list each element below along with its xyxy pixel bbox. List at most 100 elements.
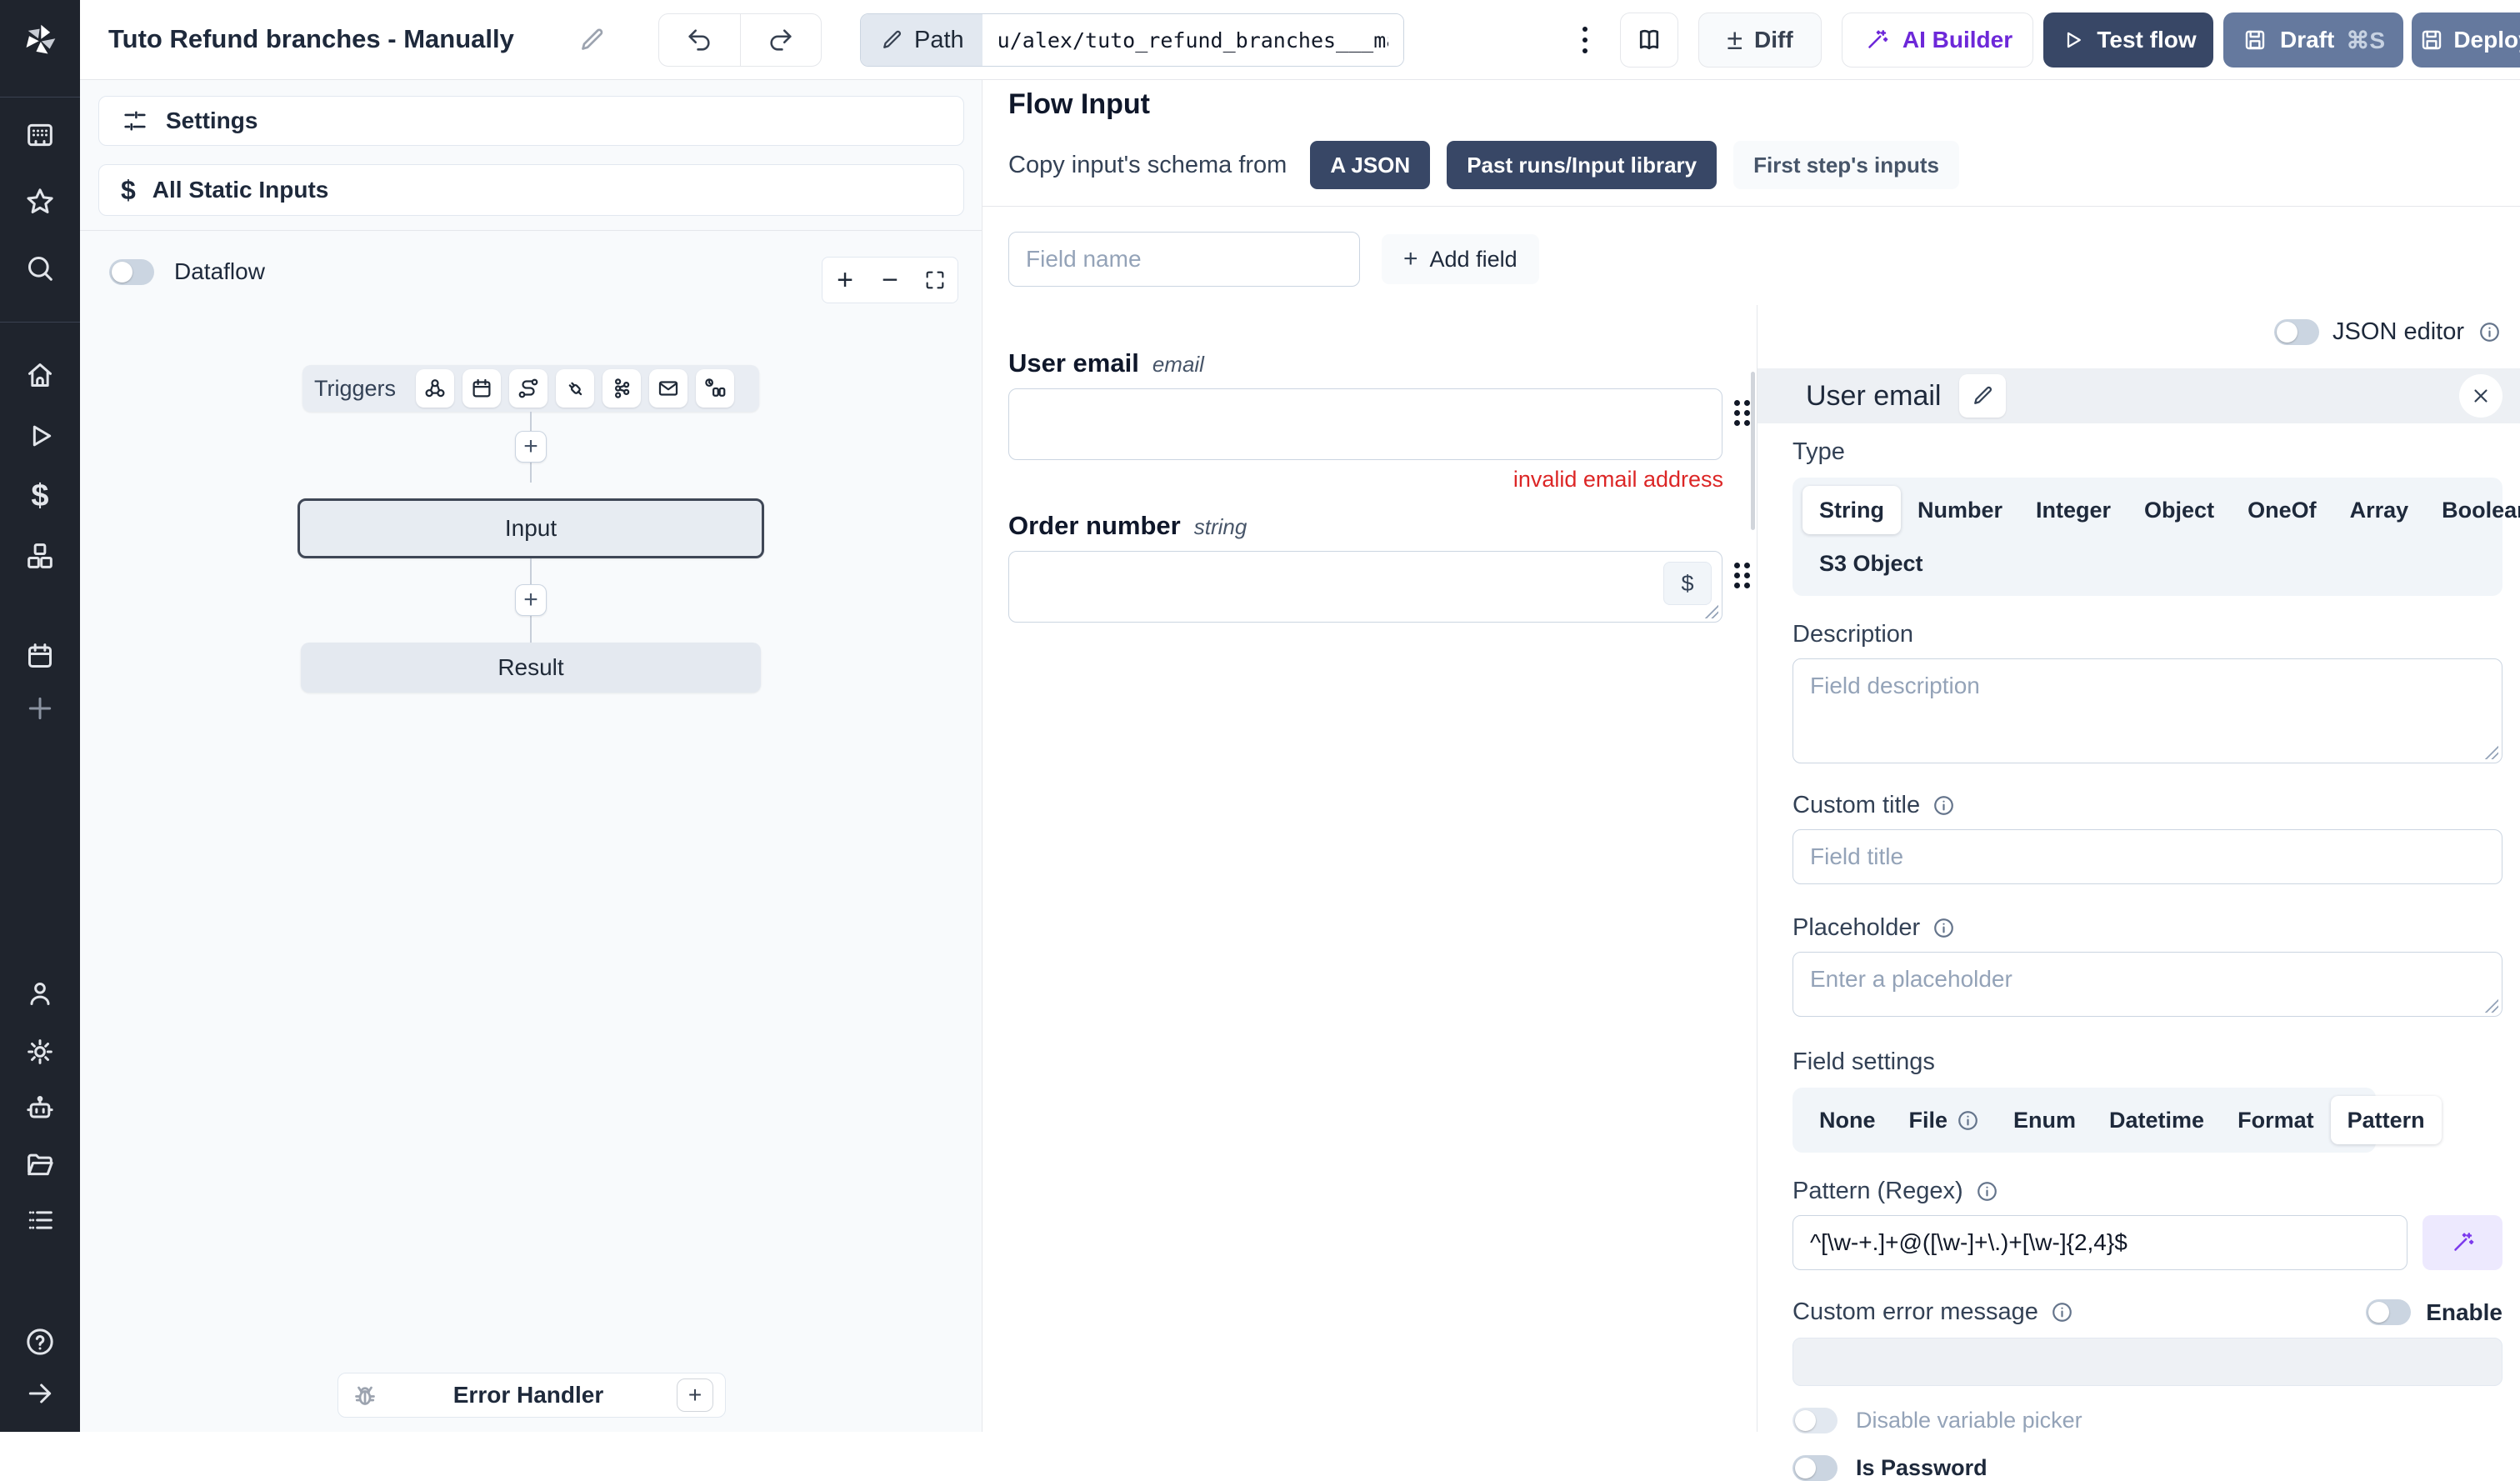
test-flow-button[interactable]: Test flow [2043,13,2213,68]
zoom-out-button[interactable]: − [868,258,912,303]
redo-button[interactable] [739,14,822,66]
workspace-switcher-icon[interactable] [22,117,58,153]
add-error-handler-button[interactable]: + [677,1378,713,1412]
input-node[interactable]: Input [298,498,764,558]
type-option-object[interactable]: Object [2128,486,2231,534]
resources-boxes-icon[interactable] [22,538,58,574]
info-icon[interactable] [2050,1300,2074,1324]
add-step-button-top[interactable]: + [515,431,547,463]
resize-handle[interactable] [2483,998,2498,1013]
ai-builder-button[interactable]: AI Builder [1842,13,2033,68]
type-option-number[interactable]: Number [1901,486,2019,534]
setting-option-format[interactable]: Format [2221,1096,2331,1144]
result-node[interactable]: Result [301,643,761,693]
user-email-input[interactable] [1008,388,1722,460]
type-label: Type [1792,438,1845,465]
add-plus-icon[interactable] [22,690,58,727]
user-icon[interactable] [22,975,58,1012]
field-name-input[interactable] [1008,232,1360,287]
webhook-trigger-icon[interactable] [416,369,455,408]
info-icon[interactable] [1932,916,1956,940]
path-label[interactable]: Path [861,14,982,66]
close-panel-button[interactable] [2459,374,2502,418]
undo-button[interactable] [659,14,740,66]
windmill-logo-icon[interactable] [0,0,80,80]
scrollbar-thumb[interactable] [1751,372,1755,530]
description-label: Description [1792,621,1914,648]
resize-handle[interactable] [2483,744,2498,759]
sidebar-divider [0,322,80,323]
workers-robot-icon[interactable] [22,1090,58,1127]
type-option-oneof[interactable]: OneOf [2231,486,2333,534]
fit-view-button[interactable] [912,258,958,303]
type-option-integer[interactable]: Integer [2019,486,2128,534]
pattern-regex-input[interactable] [1793,1216,2407,1269]
type-option-s3object[interactable]: S3 Object [1802,539,1940,588]
setting-option-file[interactable]: File [1892,1096,1998,1144]
schedules-calendar-icon[interactable] [22,638,58,674]
custom-error-label: Custom error message [1792,1298,2074,1326]
schedule-trigger-icon[interactable] [462,369,502,408]
folders-icon[interactable] [22,1146,58,1183]
custom-title-input[interactable] [1793,830,2502,883]
setting-option-enum[interactable]: Enum [1997,1096,2092,1144]
setting-option-pattern[interactable]: Pattern [2330,1096,2442,1144]
info-icon[interactable] [1932,793,1956,818]
variables-dollar-icon[interactable]: $ [22,478,58,514]
json-editor-toggle[interactable] [2274,319,2320,345]
drag-handle[interactable] [1734,400,1750,426]
docs-book-button[interactable] [1620,13,1678,68]
copy-from-first-step-button[interactable]: First step's inputs [1733,141,1960,189]
placeholder-textarea[interactable] [1793,953,2502,1016]
poll-trigger-icon[interactable] [696,369,735,408]
type-option-string[interactable]: String [1802,486,1901,534]
deploy-button[interactable]: Deploy [2412,13,2520,68]
save-draft-button[interactable]: Draft ⌘S [2223,13,2403,68]
rename-field-button[interactable] [1959,374,2007,418]
variable-picker-dollar-button[interactable]: $ [1663,562,1712,605]
info-icon[interactable] [2478,320,2502,344]
disable-variable-picker-toggle[interactable] [1792,1408,1838,1433]
drag-handle[interactable] [1734,563,1750,588]
path-input[interactable] [982,14,1403,66]
ai-generate-regex-button[interactable] [2422,1215,2502,1270]
kafka-trigger-icon[interactable] [602,369,642,408]
setting-option-none[interactable]: None [1802,1096,1892,1144]
info-icon[interactable] [1975,1179,1999,1203]
help-icon[interactable] [22,1323,58,1360]
email-trigger-icon[interactable] [649,369,688,408]
resize-handle[interactable] [1703,603,1718,618]
type-option-array[interactable]: Array [2333,486,2426,534]
home-icon[interactable] [22,357,58,393]
order-number-input[interactable]: $ [1008,551,1722,623]
add-step-button-bottom[interactable]: + [515,584,547,616]
sidebar-divider [0,97,80,98]
runs-play-icon[interactable] [22,418,58,454]
book-icon [1634,25,1664,55]
search-icon[interactable] [22,250,58,287]
error-handler-node[interactable]: Error Handler + [338,1373,726,1418]
type-option-boolean[interactable]: Boolean [2425,486,2520,534]
description-textarea[interactable] [1793,659,2502,763]
custom-error-enable-toggle[interactable] [2366,1299,2412,1325]
expand-sidebar-arrow-icon[interactable] [22,1375,58,1412]
add-field-button[interactable]: + Add field [1382,234,1539,284]
setting-option-datetime[interactable]: Datetime [2092,1096,2221,1144]
copy-from-past-runs-button[interactable]: Past runs/Input library [1447,141,1718,189]
field-properties-panel: JSON editor User email Type String Numbe… [1757,305,2520,1481]
edit-title-pencil-icon[interactable] [577,25,607,55]
websocket-trigger-icon[interactable] [556,369,595,408]
http-route-trigger-icon[interactable] [509,369,548,408]
settings-gear-icon[interactable] [22,1033,58,1070]
triggers-node[interactable]: Triggers [302,365,759,412]
flow-settings-card[interactable]: Settings [98,96,964,146]
zoom-in-button[interactable]: + [822,258,868,303]
more-options-kebab-icon[interactable] [1568,18,1602,62]
copy-from-json-button[interactable]: A JSON [1310,141,1431,189]
favorites-star-icon[interactable] [22,183,58,220]
diff-button[interactable]: ± Diff [1698,13,1822,68]
all-static-inputs-card[interactable]: $ All Static Inputs [98,164,964,216]
dataflow-toggle[interactable] [109,258,154,285]
audit-logs-list-icon[interactable] [22,1202,58,1238]
is-password-toggle[interactable] [1792,1455,1838,1481]
